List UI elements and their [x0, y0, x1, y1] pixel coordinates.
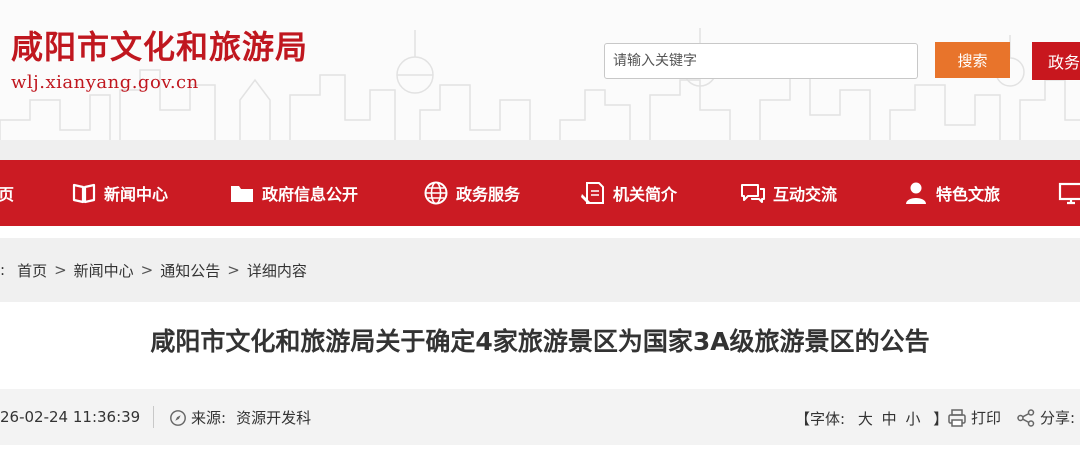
breadcrumb-item-news[interactable]: 新闻中心 — [74, 260, 134, 281]
nav-item-label: 互动交流 — [773, 185, 838, 204]
nav-item-gov-info[interactable]: 政府信息公开 — [229, 160, 358, 226]
font-size-small[interactable]: 小 — [905, 410, 920, 428]
source-label: 来源: — [191, 409, 227, 427]
share-icon — [1017, 408, 1035, 427]
spacer — [0, 226, 1080, 238]
breadcrumb-item-notices[interactable]: 通知公告 — [160, 260, 220, 281]
nav-item-more[interactable] — [1058, 160, 1080, 226]
book-icon — [72, 183, 96, 204]
gov-service-button[interactable]: 政务 — [1032, 42, 1080, 80]
site-header: 咸阳市文化和旅游局 wlj.xianyang.gov.cn 搜索 政务 — [0, 0, 1080, 160]
nav-item-label: 页 — [0, 185, 15, 204]
search-input[interactable] — [604, 43, 918, 79]
breadcrumb-separator: > — [227, 261, 240, 279]
print-button[interactable]: 打印 — [947, 407, 1001, 428]
person-icon — [906, 182, 926, 204]
nav-item-label: 机关简介 — [613, 185, 678, 204]
globe-icon — [424, 181, 448, 205]
breadcrumb-lead: : — [0, 261, 6, 279]
breadcrumb-separator: > — [140, 261, 154, 279]
print-label: 打印 — [971, 409, 1002, 427]
nav-item-label: 政务服务 — [456, 185, 521, 204]
font-size-control: 【字体: 大 中 小 】 — [795, 408, 948, 429]
nav-item-about[interactable]: 机关简介 — [580, 160, 677, 226]
breadcrumb: : 首页 > 新闻中心 > 通知公告 > 详细内容 — [0, 238, 1080, 302]
site-domain: wlj.xianyang.gov.cn — [11, 72, 199, 93]
nav-item-label: 特色文旅 — [936, 185, 1001, 204]
printer-icon — [948, 408, 966, 427]
folder-icon — [231, 186, 253, 202]
article-title: 咸阳市文化和旅游局关于确定4家旅游景区为国家3A级旅游景区的公告 — [150, 327, 930, 356]
document-icon — [581, 182, 604, 204]
nav-item-news[interactable]: 新闻中心 — [71, 160, 168, 226]
share-label: 分享: — [1040, 409, 1076, 427]
breadcrumb-separator: > — [54, 261, 67, 279]
breadcrumb-item-home[interactable]: 首页 — [17, 260, 47, 281]
compass-icon — [170, 409, 186, 426]
nav-item-home[interactable]: 页 — [0, 160, 14, 226]
monitor-icon — [1058, 182, 1080, 205]
nav-item-interaction[interactable]: 互动交流 — [740, 160, 837, 226]
nav-item-label: 新闻中心 — [104, 185, 169, 204]
font-size-large[interactable]: 大 — [858, 410, 873, 428]
source-value: 资源开发科 — [236, 409, 312, 427]
share-button[interactable]: 分享: — [1016, 407, 1075, 428]
article-meta-bar: 26-02-24 11:36:39 来源: 资源开发科 【字体: 大 中 小 】… — [0, 389, 1080, 445]
nav-item-culture-tourism[interactable]: 特色文旅 — [903, 160, 1000, 226]
breadcrumb-item-current: 详细内容 — [246, 261, 307, 280]
nav-item-label: 政府信息公开 — [262, 185, 359, 204]
search-button[interactable]: 搜索 — [935, 42, 1010, 78]
chat-icon — [741, 184, 765, 203]
divider — [153, 406, 154, 428]
publish-date: 26-02-24 11:36:39 — [0, 408, 141, 426]
nav-item-gov-service[interactable]: 政务服务 — [423, 160, 520, 226]
site-title[interactable]: 咸阳市文化和旅游局 — [11, 22, 308, 68]
font-size-label: 【字体: — [795, 410, 846, 428]
main-nav: 页 新闻中心 政府信息公开 政务服务 机关简介 互动交流 特色文旅 — [0, 160, 1080, 226]
article-source: 来源: 资源开发科 — [169, 407, 311, 428]
font-size-end: 】 — [933, 410, 949, 428]
font-size-medium[interactable]: 中 — [882, 410, 897, 428]
